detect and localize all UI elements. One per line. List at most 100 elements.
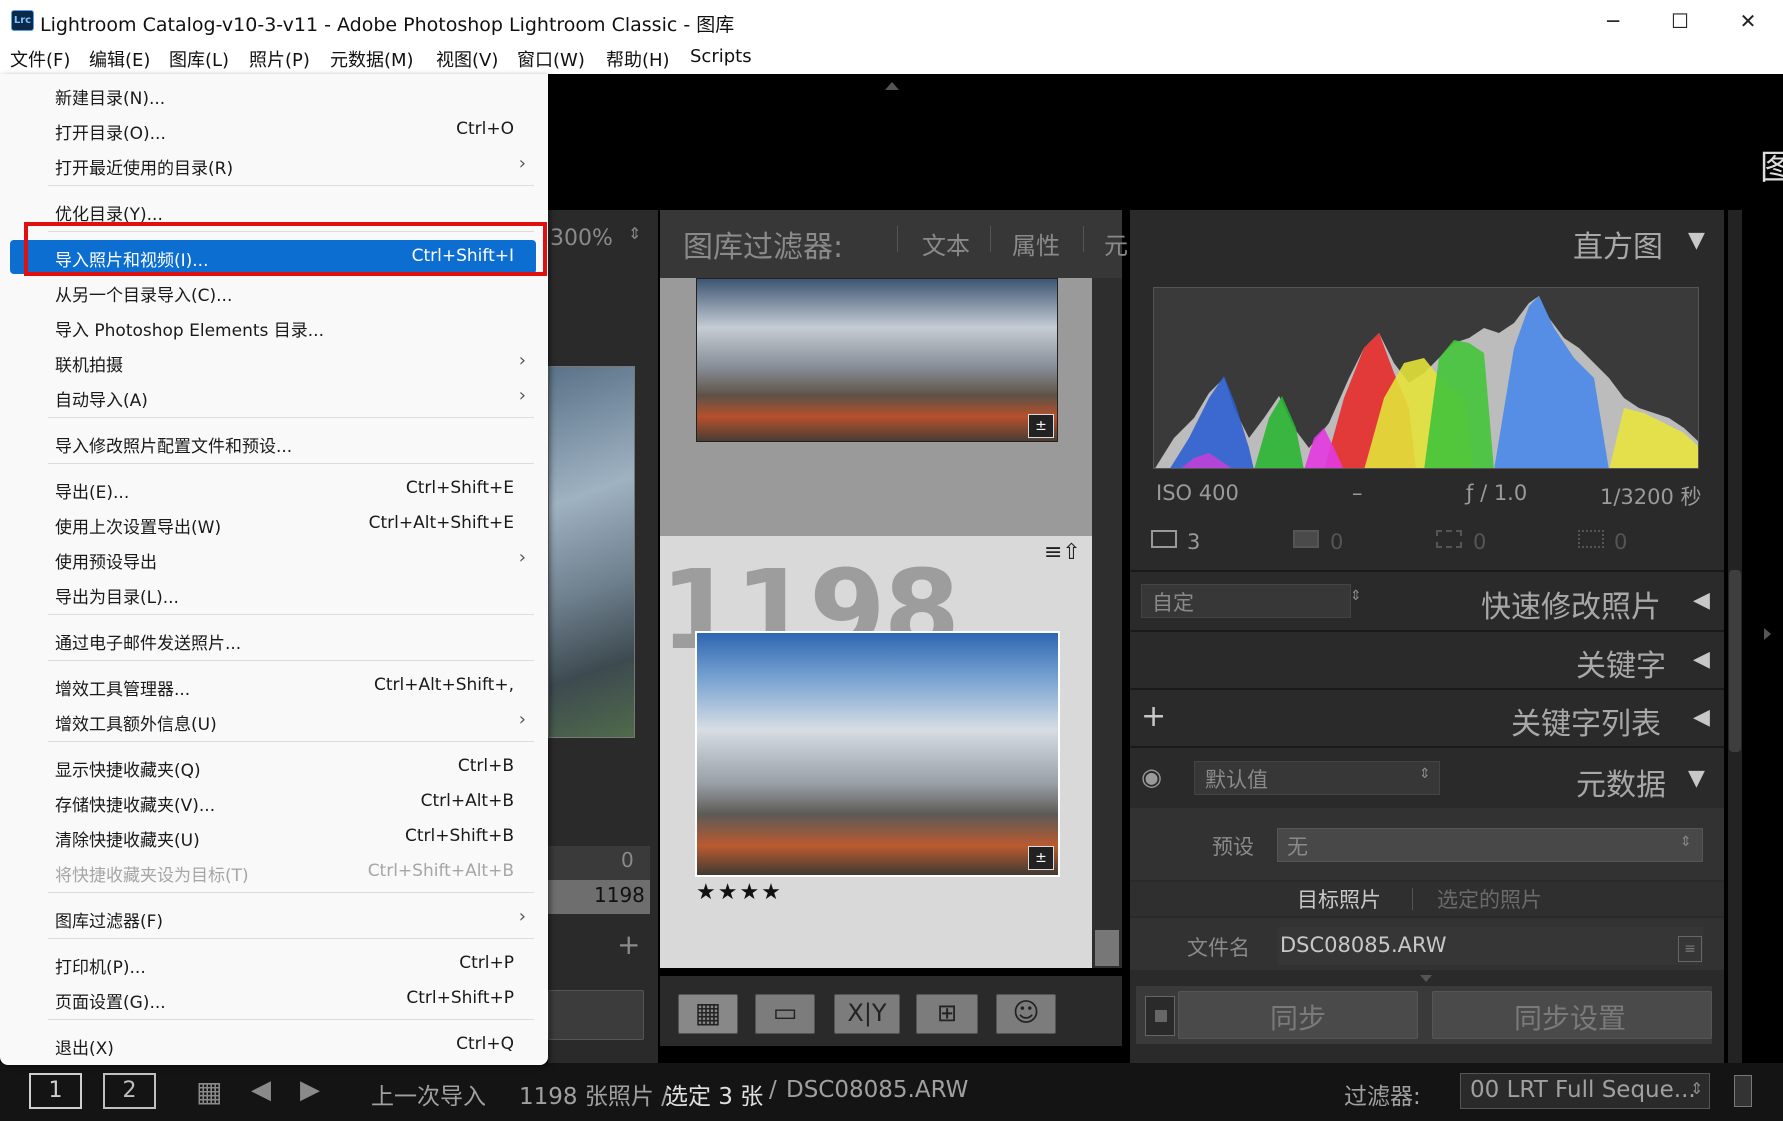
photo-thumbnail-selected[interactable]: [695, 631, 1060, 877]
secondary-window-button[interactable]: 2: [103, 1073, 156, 1109]
menu-photo[interactable]: 照片(P): [249, 46, 310, 72]
menu-item-clear-quick-collection[interactable]: 清除快捷收藏夹(U) Ctrl+Shift+B: [10, 820, 536, 854]
filter-tab-metadata[interactable]: 元: [1104, 226, 1128, 261]
loupe-view-icon[interactable]: ▭: [755, 994, 815, 1034]
right-panel-toggle-icon[interactable]: [1764, 628, 1771, 640]
menu-scripts[interactable]: Scripts: [690, 46, 752, 67]
photo-thumbnail[interactable]: [696, 278, 1058, 442]
current-filename[interactable]: DSC08085.ARW: [786, 1077, 968, 1103]
menu-item-library-filters[interactable]: 图库过滤器(F) ›: [10, 901, 536, 935]
right-scrollbar-thumb[interactable]: [1729, 570, 1741, 752]
develop-badge-icon[interactable]: ±: [1028, 846, 1054, 870]
panel-divider: [1130, 630, 1724, 632]
back-arrow-icon[interactable]: ◀: [251, 1075, 271, 1105]
menu-item-new-catalog[interactable]: 新建目录(N)...: [10, 78, 536, 112]
quick-develop-title[interactable]: 快速修改照片: [1481, 582, 1661, 626]
grid-scrollbar-track[interactable]: [1092, 278, 1122, 968]
menu-view[interactable]: 视图(V): [436, 46, 498, 72]
menu-edit[interactable]: 编辑(E): [89, 46, 150, 72]
add-keyword-icon[interactable]: +: [1141, 699, 1166, 734]
smart-preview-count: 0: [1330, 530, 1344, 554]
develop-badge-icon[interactable]: ±: [1028, 414, 1054, 438]
select-stepper-icon[interactable]: ⇕: [1680, 834, 1692, 850]
add-collection-icon[interactable]: +: [617, 928, 640, 961]
keyword-list-title[interactable]: 关键字列表: [1511, 699, 1661, 743]
compare-view-icon[interactable]: X|Y: [834, 994, 900, 1034]
navigator-preview[interactable]: [548, 366, 635, 738]
menu-item-export-as-catalog[interactable]: 导出为目录(L)...: [10, 577, 536, 611]
menu-item-open-catalog[interactable]: 打开目录(O)... Ctrl+O: [10, 113, 536, 147]
select-stepper-icon[interactable]: ⇕: [1350, 588, 1362, 604]
menu-item-open-recent[interactable]: 打开最近使用的目录(R) ›: [10, 148, 536, 182]
survey-view-icon[interactable]: ⊞: [916, 994, 978, 1034]
maximize-button[interactable]: ☐: [1645, 0, 1715, 42]
menu-item-exit[interactable]: 退出(X) Ctrl+Q: [10, 1028, 536, 1062]
missing-icon[interactable]: [1578, 530, 1604, 548]
zoom-stepper-icon[interactable]: ⇕: [628, 224, 641, 243]
people-view-icon[interactable]: ☺: [996, 994, 1056, 1034]
filter-tab-attribute[interactable]: 属性: [1012, 226, 1060, 261]
menu-separator: [48, 1019, 534, 1020]
keywords-title[interactable]: 关键字: [1576, 641, 1666, 685]
preset-select[interactable]: [1277, 828, 1703, 862]
menu-metadata[interactable]: 元数据(M): [330, 46, 414, 72]
quick-develop-expand-icon[interactable]: ◀: [1693, 588, 1710, 613]
source-label[interactable]: 上一次导入: [371, 1077, 486, 1111]
select-stepper-icon[interactable]: ⇕: [1690, 1079, 1703, 1098]
metadata-collapse-icon[interactable]: ▼: [1688, 766, 1705, 791]
menu-item-email-photos[interactable]: 通过电子邮件发送照片...: [10, 623, 536, 657]
original-photo-icon[interactable]: [1151, 530, 1177, 548]
metadata-title[interactable]: 元数据: [1576, 760, 1666, 804]
menu-separator: [48, 614, 534, 615]
preset-value: 无: [1287, 835, 1308, 859]
menu-item-import-elements[interactable]: 导入 Photoshop Elements 目录...: [10, 310, 536, 344]
forward-arrow-icon[interactable]: ▶: [300, 1075, 320, 1105]
menu-item-import-profiles[interactable]: 导入修改照片配置文件和预设...: [10, 426, 536, 460]
menu-item-export[interactable]: 导出(E)... Ctrl+Shift+E: [10, 472, 536, 506]
both-count: 0: [1473, 530, 1487, 554]
menu-item-printer[interactable]: 打印机(P)... Ctrl+P: [10, 947, 536, 981]
selected-photos-tab[interactable]: 选定的照片: [1437, 884, 1542, 914]
keywords-expand-icon[interactable]: ◀: [1693, 647, 1710, 672]
bottom-collapse-icon[interactable]: [1420, 975, 1432, 982]
menu-window[interactable]: 窗口(W): [517, 46, 585, 72]
menu-item-tethered-capture[interactable]: 联机拍摄 ›: [10, 345, 536, 379]
minimize-button[interactable]: ─: [1578, 0, 1648, 42]
menu-item-plugin-manager[interactable]: 增效工具管理器... Ctrl+Alt+Shift+,: [10, 669, 536, 703]
select-stepper-icon[interactable]: ⇕: [1419, 766, 1431, 782]
zoom-level[interactable]: 300%: [550, 226, 613, 251]
menu-item-show-quick-collection[interactable]: 显示快捷收藏夹(Q) Ctrl+B: [10, 750, 536, 784]
menu-item-save-quick-collection[interactable]: 存储快捷收藏夹(V)... Ctrl+Alt+B: [10, 785, 536, 819]
filter-label: 过滤器:: [1344, 1084, 1421, 1110]
menu-item-export-preset[interactable]: 使用预设导出 ›: [10, 542, 536, 576]
filename-label: 文件名: [1187, 936, 1250, 960]
badge-icon[interactable]: ≡⇧: [1044, 540, 1081, 565]
smart-preview-both-icon[interactable]: [1436, 530, 1462, 548]
grid-scrollbar-thumb[interactable]: [1095, 930, 1119, 966]
grid-view-icon[interactable]: ▦: [678, 994, 738, 1034]
submenu-chevron-icon: ›: [518, 709, 526, 730]
menu-file[interactable]: 文件(F): [10, 46, 70, 72]
main-window-button[interactable]: 1: [29, 1073, 82, 1109]
menu-item-plugin-extras[interactable]: 增效工具额外信息(U) ›: [10, 704, 536, 738]
menu-library[interactable]: 图库(L): [169, 46, 229, 72]
filter-tab-text[interactable]: 文本: [922, 226, 970, 261]
smart-preview-icon[interactable]: [1293, 530, 1319, 548]
filter-lock-icon[interactable]: [1734, 1075, 1752, 1107]
import-button[interactable]: [548, 990, 644, 1040]
menu-item-import-from-catalog[interactable]: 从另一个目录导入(C)...: [10, 275, 536, 309]
keyword-list-expand-icon[interactable]: ◀: [1693, 705, 1710, 730]
eye-icon[interactable]: ◉: [1141, 763, 1162, 791]
close-button[interactable]: ✕: [1713, 0, 1783, 42]
menu-item-auto-import[interactable]: 自动导入(A) ›: [10, 380, 536, 414]
target-photo-tab[interactable]: 目标照片: [1297, 884, 1381, 914]
collection-row[interactable]: [548, 846, 650, 880]
rename-icon[interactable]: ≡: [1678, 936, 1702, 962]
menu-help[interactable]: 帮助(H): [606, 46, 670, 72]
histogram-collapse-icon[interactable]: ▼: [1688, 228, 1705, 253]
top-panel-toggle-icon[interactable]: [885, 82, 899, 90]
menu-item-export-previous[interactable]: 使用上次设置导出(W) Ctrl+Alt+Shift+E: [10, 507, 536, 541]
menu-item-page-setup[interactable]: 页面设置(G)... Ctrl+Shift+P: [10, 982, 536, 1016]
star-rating[interactable]: ★★★★: [696, 880, 783, 905]
grid-view-icon[interactable]: ▦: [196, 1075, 222, 1108]
